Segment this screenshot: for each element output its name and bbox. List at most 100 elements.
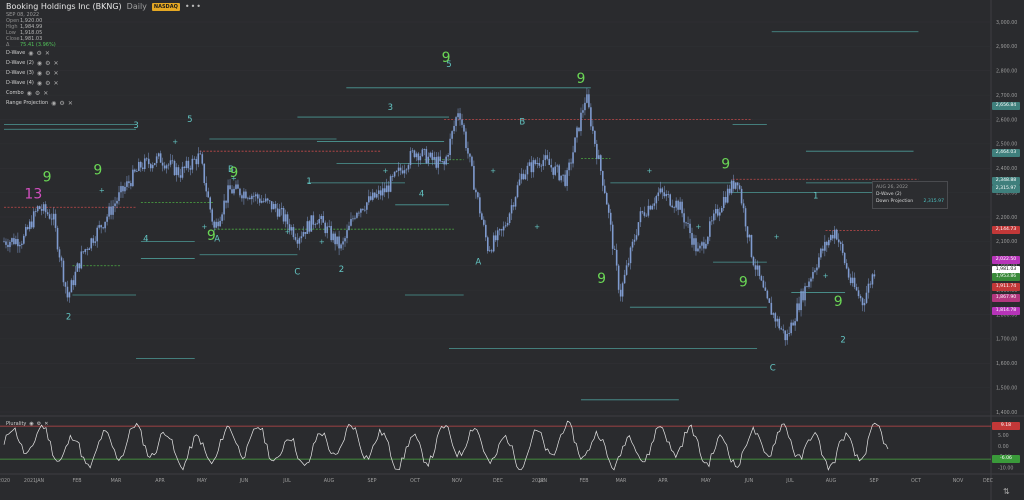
pivot-marker: + [202, 223, 208, 231]
close-icon[interactable]: ✕ [54, 60, 59, 67]
time-tick-label: JUN [744, 478, 754, 484]
count-label: 13 [24, 187, 42, 203]
candle-body [264, 198, 267, 202]
price-chart[interactable]: 2354 AB1C 2345ABC12139 9 99999999+++++++ ++++… [0, 0, 1024, 500]
candle-body [292, 227, 295, 238]
candle-body [280, 208, 283, 210]
symbol-title[interactable]: Booking Holdings Inc (BKNG) [6, 2, 122, 11]
study-dwave-3[interactable]: D-Wave (3) ◉ ⚙ ✕ [6, 68, 73, 78]
study-dwave[interactable]: D-Wave ◉ ⚙ ✕ [6, 48, 73, 58]
candle-body [804, 286, 806, 301]
time-axis[interactable]: 20202021JANFEBMARAPRMAYJUNJULAUGSEPOCTNO… [0, 478, 994, 484]
price-label: 1,867.90 [992, 293, 1020, 302]
candle-body [645, 215, 648, 217]
candle-body [800, 291, 802, 311]
gear-icon[interactable]: ⚙ [36, 50, 41, 57]
candle-body [758, 265, 761, 277]
price-tick-label: 3,000.00 [996, 20, 1017, 26]
candle-body [453, 125, 455, 132]
candle-body [592, 126, 594, 131]
candle-body [524, 174, 527, 180]
visibility-icon[interactable]: ◉ [29, 421, 33, 427]
visibility-icon[interactable]: ◉ [28, 50, 33, 57]
gear-icon[interactable]: ⚙ [37, 421, 41, 427]
candle-body [286, 214, 289, 225]
visibility-icon[interactable]: ◉ [27, 90, 32, 97]
candle-body [413, 150, 416, 158]
candle-body [25, 226, 27, 236]
wave-label: 1 [813, 192, 818, 202]
visibility-icon[interactable]: ◉ [37, 60, 42, 67]
study-dwave-2[interactable]: D-Wave (2) ◉ ⚙ ✕ [6, 58, 73, 68]
more-options-icon[interactable]: ••• [185, 2, 202, 11]
candle-body [72, 280, 75, 286]
visibility-icon[interactable]: ◉ [37, 70, 42, 77]
study-range-projection[interactable]: Range Projection ◉ ⚙ ✕ [6, 98, 73, 108]
gear-icon[interactable]: ⚙ [45, 60, 50, 67]
count-label: 9 [93, 162, 102, 178]
candle-body [368, 196, 370, 203]
gear-icon[interactable]: ⚙ [59, 100, 64, 107]
visibility-icon[interactable]: ◉ [51, 100, 56, 107]
candle-body [867, 283, 870, 293]
interval-label[interactable]: Daily [127, 2, 147, 11]
candle-body [451, 131, 453, 139]
candle-body [536, 162, 539, 164]
plurality-pane[interactable]: 10.005.000.00-5.00-10.00 [0, 420, 1013, 471]
close-icon[interactable]: ✕ [54, 70, 59, 77]
candle-body [427, 156, 430, 164]
candle-body [483, 219, 485, 225]
candle-body [134, 169, 136, 172]
candle-body [627, 263, 630, 266]
visibility-icon[interactable]: ◉ [37, 80, 42, 87]
candle-body [235, 184, 237, 189]
candle-body [782, 329, 785, 331]
candle-body [847, 268, 850, 278]
close-icon[interactable]: ✕ [54, 80, 59, 87]
candle-body [381, 188, 384, 196]
chart-area[interactable]: 2 3 5 4 A B 1 C 2 3 4 5 A B C 1 2 13 9 9 9 9 9 9 9 9 9 9 + + + + + + + + + + +… [0, 0, 1024, 500]
candle-body [572, 152, 574, 164]
time-tick-label: MAY [197, 478, 207, 484]
candle-body [508, 213, 511, 223]
candle-body [260, 200, 263, 203]
candle-body [114, 203, 116, 207]
price-axis[interactable]: 3,000.00 2,900.00 2,800.00 2,700.00 2,600.00… [996, 20, 1017, 416]
candle-body [322, 215, 325, 223]
price-tick-label: 2,500.00 [996, 142, 1017, 148]
close-icon[interactable]: ✕ [45, 50, 50, 57]
time-tick-label: SEP [870, 478, 879, 484]
close-icon[interactable]: ✕ [68, 100, 73, 107]
count-label: 9 [207, 228, 216, 244]
candle-body [724, 196, 727, 203]
candle-body [768, 298, 771, 303]
candle-body [596, 143, 598, 159]
time-tick-label: APR [658, 478, 668, 484]
candle-body [788, 333, 790, 334]
gear-icon[interactable]: ⚙ [45, 80, 50, 87]
study-dwave-4[interactable]: D-Wave (4) ◉ ⚙ ✕ [6, 78, 73, 88]
gear-icon[interactable]: ⚙ [35, 90, 40, 97]
candle-body [613, 248, 616, 250]
candle-body [774, 313, 777, 322]
price-label: 1,953.86 [992, 272, 1020, 281]
axis-settings-icon[interactable]: ⇅ [1003, 487, 1010, 496]
candle-body [373, 192, 376, 198]
candle-body [227, 185, 229, 203]
price-tick-label: 2,200.00 [996, 215, 1017, 221]
candle-body [161, 162, 164, 166]
candle-body [699, 245, 701, 249]
time-tick-label: MAR [111, 478, 122, 484]
wave-label: 4 [419, 189, 424, 199]
time-tick-label: JAN [538, 478, 548, 484]
candle-body [766, 290, 769, 299]
study-combo[interactable]: Combo ◉ ⚙ ✕ [6, 88, 73, 98]
candle-body [863, 302, 866, 306]
candle-body [318, 219, 321, 224]
plurality-legend[interactable]: Plurality ◉ ⚙ ✕ [6, 421, 48, 427]
close-icon[interactable]: ✕ [44, 421, 48, 427]
gear-icon[interactable]: ⚙ [45, 70, 50, 77]
candle-body [247, 197, 249, 199]
close-icon[interactable]: ✕ [43, 90, 48, 97]
price-tick-label: 2,600.00 [996, 117, 1017, 123]
